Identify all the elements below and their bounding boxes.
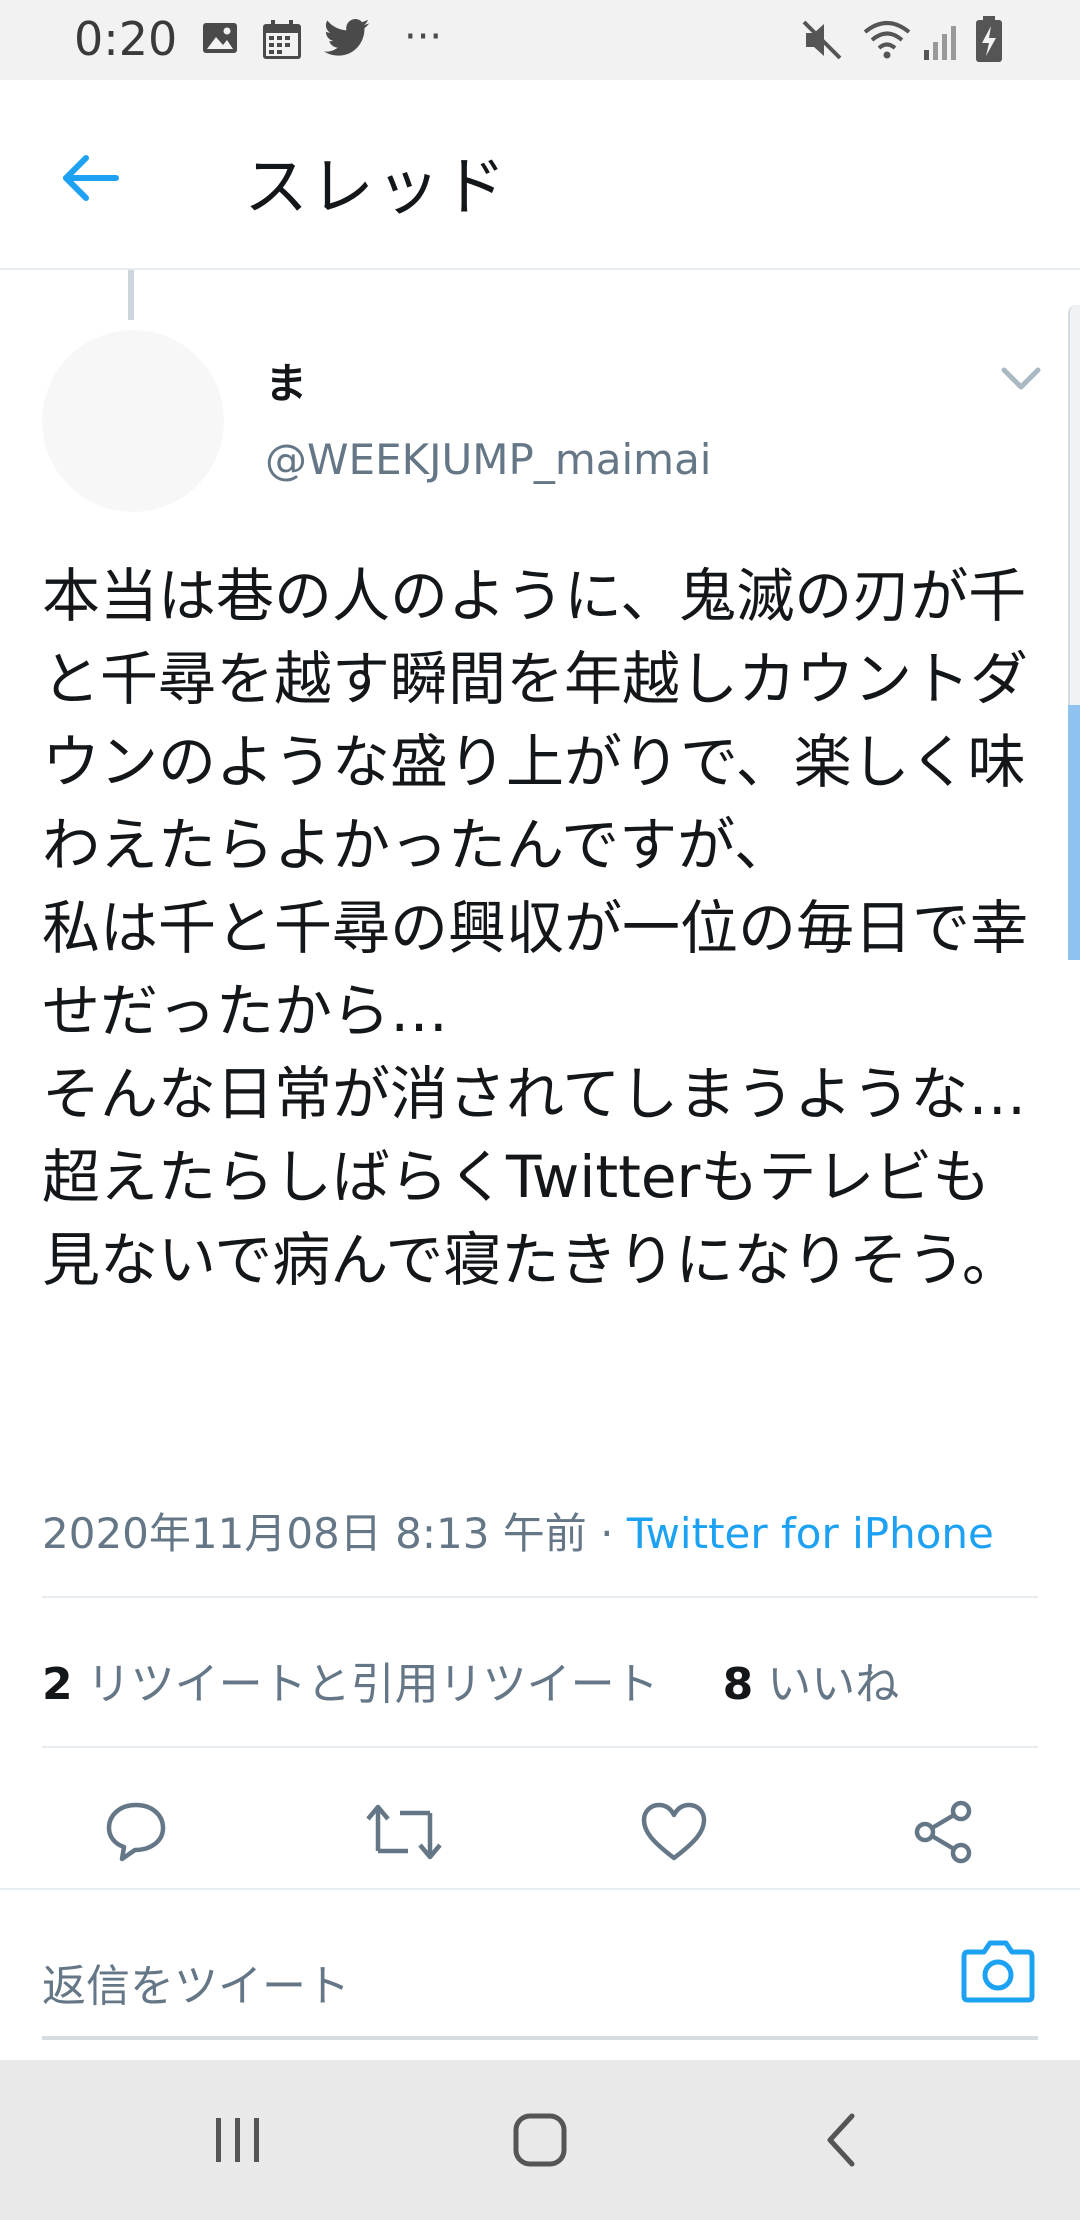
retweet-button[interactable] [364,1792,444,1872]
page-title: スレッド [244,151,508,225]
retweet-icon [366,1804,442,1860]
reply-input-underline [42,2036,1038,2040]
tweet-menu-button[interactable] [996,360,1046,400]
more-dots-icon: ··· [404,14,443,60]
mute-icon [800,18,846,66]
reply-icon [106,1802,166,1862]
tweet-source-link[interactable]: Twitter for iPhone [627,1509,994,1558]
battery-charging-icon [972,14,1006,68]
chevron-down-icon [1001,367,1041,390]
retweets-label: リツイートと引用リツイート [86,1659,659,1710]
share-button[interactable] [904,1792,984,1872]
divider [42,1746,1038,1748]
like-button[interactable] [634,1792,714,1872]
likes-count: 8 [722,1659,754,1710]
tweet-date: 2020年11月08日 8:13 午前 [42,1509,587,1558]
recent-apps-button[interactable] [198,2100,278,2180]
reply-bar: 返信をツイート [0,1888,1080,2058]
home-button[interactable] [500,2100,580,2180]
like-icon [641,1802,707,1861]
share-icon [914,1800,972,1864]
recent-apps-icon [216,2118,259,2162]
home-icon [513,2113,567,2167]
retweets-stat[interactable]: 2 リツイートと引用リツイート [42,1659,659,1710]
retweets-count: 2 [42,1659,73,1710]
camera-icon [961,1940,1035,2003]
tweet-meta: 2020年11月08日 8:13 午前 · Twitter for iPhone [42,1500,994,1561]
signal-icon [922,18,962,66]
reply-input[interactable]: 返信をツイート [42,1950,350,2014]
back-arrow-icon [63,155,119,201]
status-bar: 0:20 ··· [0,0,1080,80]
divider [42,1596,1038,1598]
calendar-icon [260,18,304,66]
tweet-stats: 2 リツイートと引用リツイート 8 いいね [42,1648,899,1712]
meta-separator: · [600,1509,614,1558]
likes-label: いいね [767,1659,900,1710]
back-nav-icon [827,2113,855,2167]
header: スレッド [0,80,1080,270]
author-name[interactable]: ま [265,350,307,411]
camera-button[interactable] [960,1938,1036,2014]
back-nav-button[interactable] [802,2100,882,2180]
thread-connector-line [128,270,134,320]
author-handle[interactable]: @WEEKJUMP_maimai [265,435,711,484]
system-nav-bar [0,2060,1080,2220]
twitter-bird-icon [324,18,370,62]
image-icon [200,18,240,62]
scrollbar-thumb[interactable] [1068,705,1080,960]
tweet-text: 本当は巷の人のように、鬼滅の刃が千と千尋を越す瞬間を年越しカウントダウンのような… [42,562,1029,1294]
back-button[interactable] [50,138,130,218]
status-time: 0:20 [74,12,178,66]
reply-button[interactable] [96,1792,176,1872]
wifi-icon [862,18,912,66]
likes-stat[interactable]: 8 いいね [723,1659,900,1710]
avatar[interactable] [42,330,224,512]
